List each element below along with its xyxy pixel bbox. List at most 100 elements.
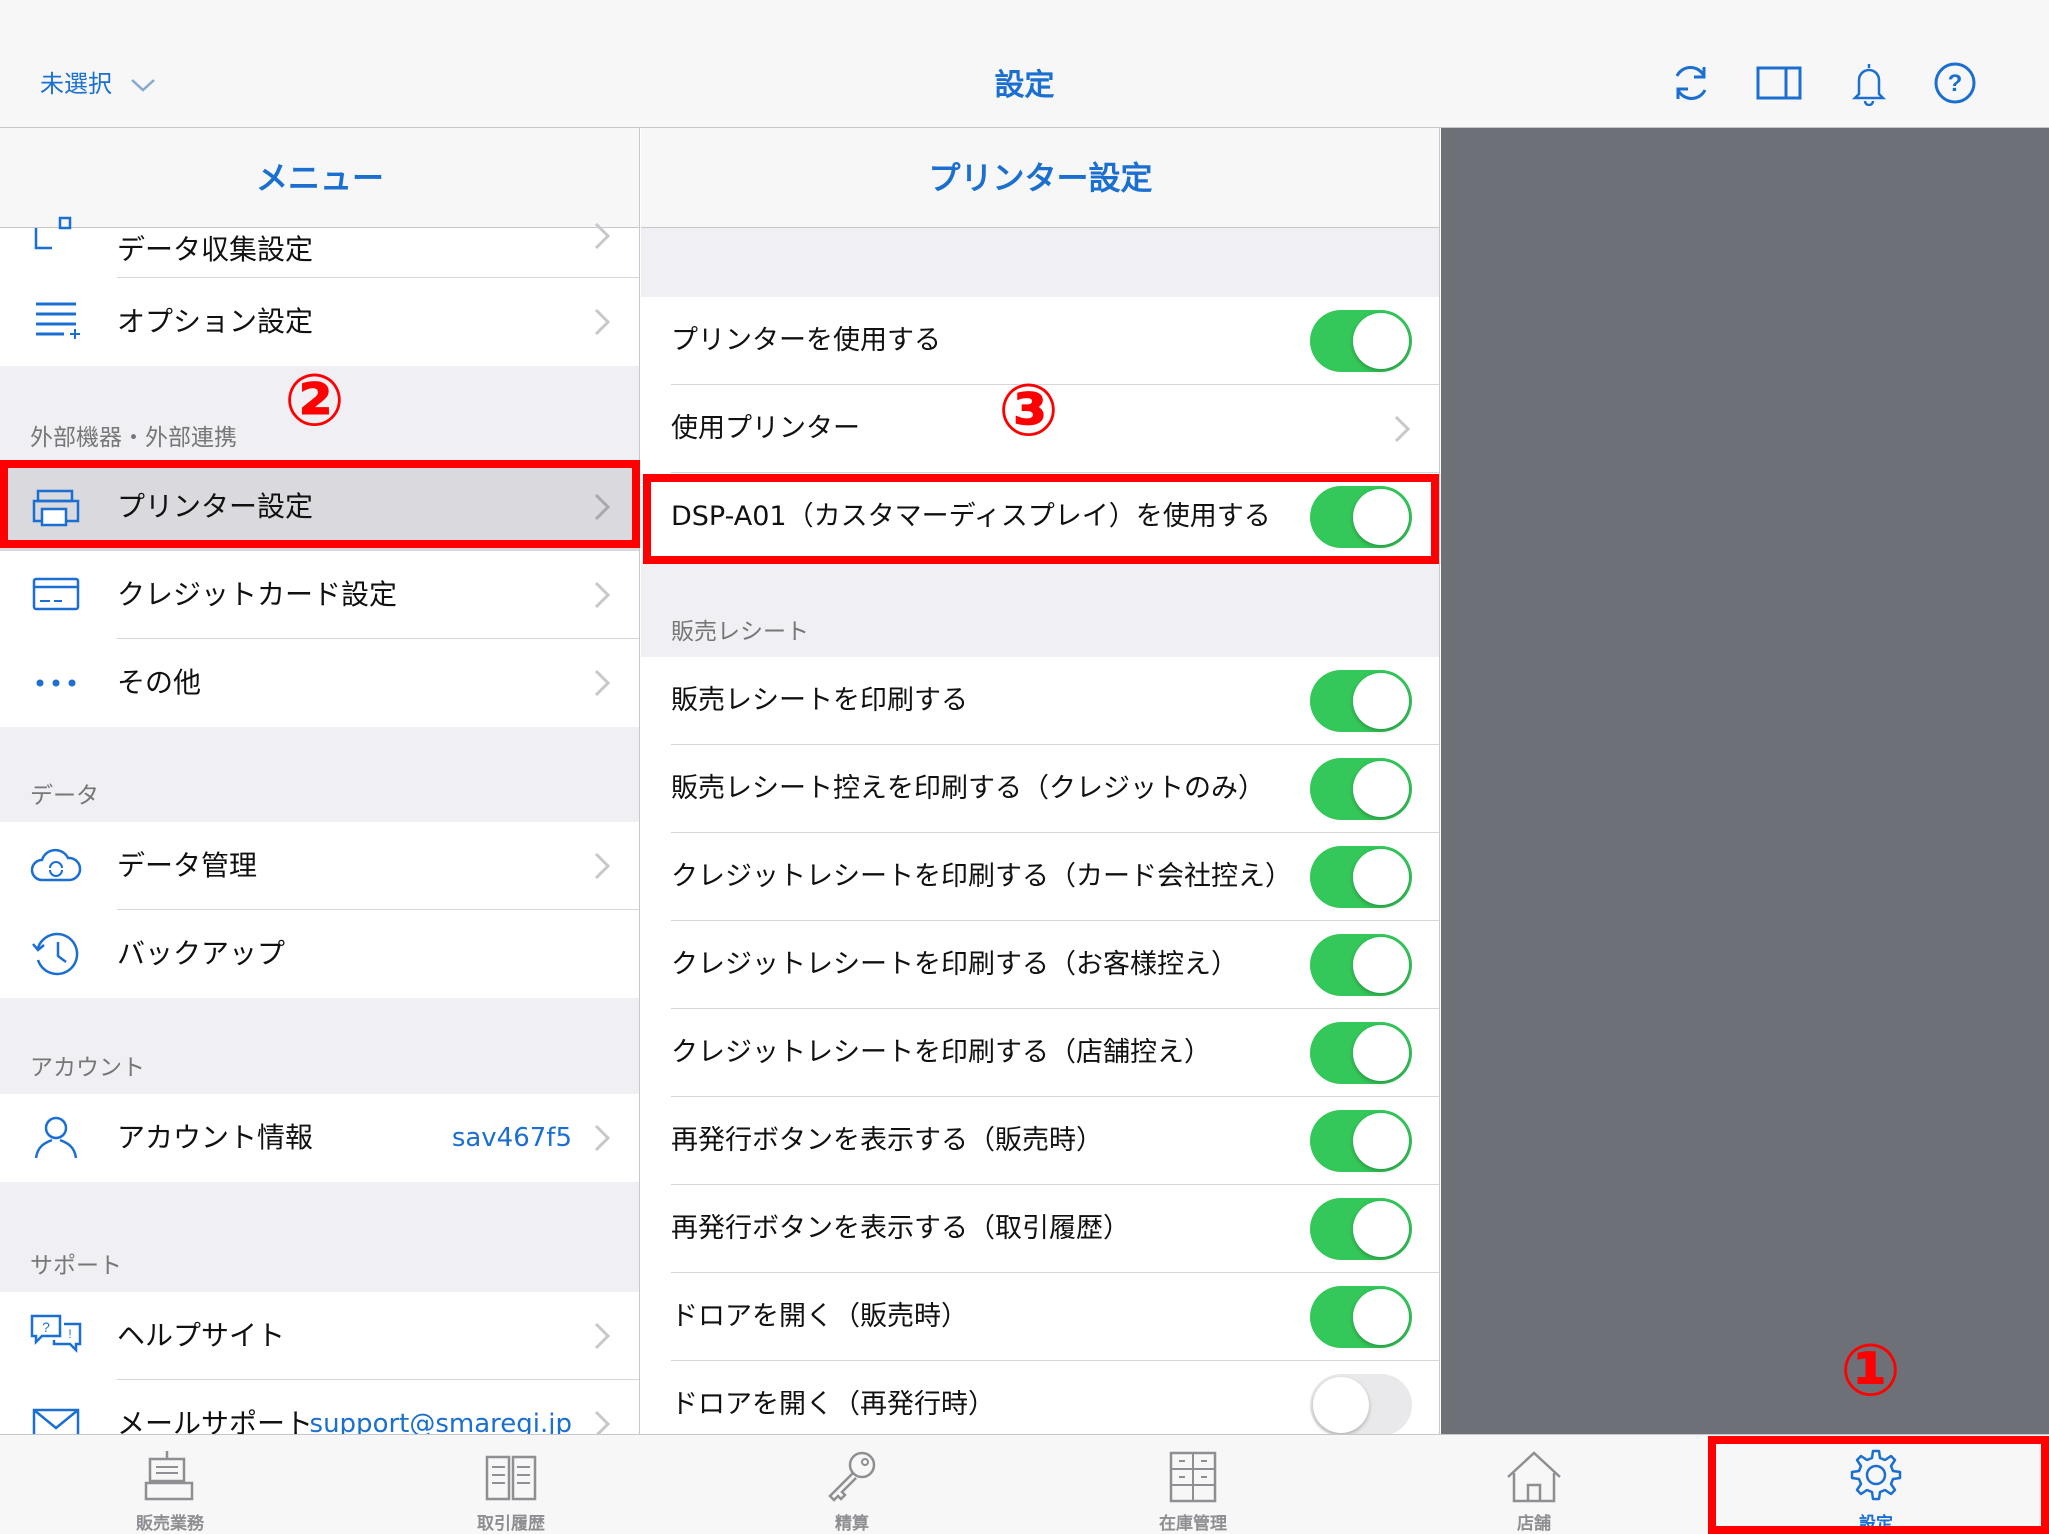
menu-item-data-collection[interactable]: データ収集設定 xyxy=(0,216,639,278)
history-clock-icon xyxy=(32,932,79,976)
detail-placeholder-area xyxy=(1441,128,2049,1434)
setting-reissue-button-history: 再発行ボタンを表示する（取引履歴） xyxy=(641,1185,1439,1273)
chevron-right-icon xyxy=(594,1322,610,1350)
tab-label: 在庫管理 xyxy=(1159,1514,1227,1534)
section-header-external: 外部機器・外部連携 xyxy=(30,425,237,451)
menu-item-label: ヘルプサイト xyxy=(117,1319,286,1352)
menu-panel: メニュー データ収集設定 オプション設定 外部機器・外部連携 プリンター設定 ク… xyxy=(0,128,640,1434)
toggle-knob xyxy=(1353,937,1409,993)
toggle-knob xyxy=(1353,1201,1409,1257)
tab-settlement[interactable]: 精算 xyxy=(752,1435,952,1534)
data-collection-icon xyxy=(34,216,72,250)
use-printer-toggle[interactable] xyxy=(1310,310,1412,372)
top-navigation-bar: 未選択 設定 ? xyxy=(0,0,2049,128)
menu-item-credit-card[interactable]: クレジットカード設定 xyxy=(0,551,639,639)
support-email: support@smaregi.jp xyxy=(309,1409,572,1434)
menu-item-options[interactable]: オプション設定 xyxy=(0,278,639,366)
chevron-right-icon xyxy=(594,1124,610,1152)
menu-item-label: データ管理 xyxy=(117,849,258,882)
bell-icon[interactable] xyxy=(1846,60,1892,106)
menu-item-label: クレジットカード設定 xyxy=(117,578,398,611)
book-icon xyxy=(485,1455,537,1501)
setting-label: 再発行ボタンを表示する（販売時） xyxy=(671,1125,1103,1156)
printer-settings-header: プリンター設定 xyxy=(641,128,1439,228)
setting-toggle[interactable] xyxy=(1310,1374,1412,1434)
tab-label: 販売業務 xyxy=(136,1514,204,1534)
options-list-icon xyxy=(36,302,80,339)
annotation-two: ② xyxy=(284,358,345,442)
menu-item-backup[interactable]: バックアップ xyxy=(0,910,639,998)
setting-label: 販売レシートを印刷する xyxy=(671,685,968,716)
setting-open-drawer-sales: ドロアを開く（販売時） xyxy=(641,1273,1439,1361)
menu-item-label: その他 xyxy=(117,666,202,699)
setting-print-credit-card-company: クレジットレシートを印刷する（カード会社控え） xyxy=(641,833,1439,921)
tab-transaction-history[interactable]: 取引履歴 xyxy=(411,1435,611,1534)
setting-label: 販売レシート控えを印刷する（クレジットのみ） xyxy=(671,773,1265,804)
key-icon xyxy=(828,1451,876,1502)
tab-sales[interactable]: 販売業務 xyxy=(70,1435,270,1534)
menu-item-label: オプション設定 xyxy=(117,305,314,338)
account-id: sav467f5 xyxy=(451,1123,572,1153)
toggle-knob xyxy=(1313,1377,1369,1433)
section-header-support: サポート xyxy=(30,1253,122,1279)
chevron-right-icon xyxy=(1394,415,1410,443)
setting-label: クレジットレシートを印刷する（お客様控え） xyxy=(671,949,1238,980)
person-icon xyxy=(34,1116,78,1159)
toggle-knob xyxy=(1353,1289,1409,1345)
svg-text:!: ! xyxy=(68,1327,71,1341)
setting-open-drawer-reissue: ドロアを開く（再発行時） xyxy=(641,1361,1439,1434)
chevron-right-icon xyxy=(594,222,610,250)
menu-item-help-site[interactable]: ? ! ヘルプサイト xyxy=(0,1292,639,1380)
menu-item-mail-support[interactable]: メールサポート support@smaregi.jp xyxy=(0,1380,639,1434)
setting-toggle[interactable] xyxy=(1310,1110,1412,1172)
register-icon xyxy=(144,1451,194,1501)
help-icon[interactable]: ? xyxy=(1932,60,1978,106)
setting-toggle[interactable] xyxy=(1310,1286,1412,1348)
section-header-sales-receipt: 販売レシート xyxy=(671,619,809,645)
setting-label: プリンターを使用する xyxy=(671,325,941,356)
svg-text:?: ? xyxy=(42,1319,50,1335)
toggle-knob xyxy=(1353,761,1409,817)
setting-label: クレジットレシートを印刷する（カード会社控え） xyxy=(671,861,1292,892)
setting-label: ドロアを開く（再発行時） xyxy=(671,1389,995,1420)
setting-toggle[interactable] xyxy=(1310,1022,1412,1084)
toggle-knob xyxy=(1353,1113,1409,1169)
split-view-icon[interactable] xyxy=(1756,60,1802,106)
highlight-printer-settings xyxy=(0,460,640,548)
setting-reissue-button-sales: 再発行ボタンを表示する（販売時） xyxy=(641,1097,1439,1185)
setting-toggle[interactable] xyxy=(1310,758,1412,820)
setting-toggle[interactable] xyxy=(1310,846,1412,908)
setting-label: クレジットレシートを印刷する（店舗控え） xyxy=(671,1037,1211,1068)
annotation-three: ③ xyxy=(998,368,1059,452)
setting-label: ドロアを開く（販売時） xyxy=(671,1301,968,1332)
svg-text:?: ? xyxy=(1948,70,1963,97)
sync-icon[interactable] xyxy=(1668,60,1714,106)
tab-label: 取引履歴 xyxy=(477,1514,545,1534)
chevron-right-icon xyxy=(594,308,610,336)
mail-icon xyxy=(32,1408,80,1434)
menu-item-other[interactable]: その他 xyxy=(0,639,639,727)
tab-label: 店舗 xyxy=(1517,1514,1551,1534)
setting-toggle[interactable] xyxy=(1310,1198,1412,1260)
chevron-right-icon xyxy=(594,581,610,609)
setting-label: 使用プリンター xyxy=(671,413,860,444)
credit-card-icon xyxy=(32,577,80,611)
menu-item-label: アカウント情報 xyxy=(117,1121,314,1154)
section-header-account: アカウント xyxy=(30,1055,145,1081)
printer-settings-panel: プリンター設定 プリンターを使用する 使用プリンター DSP-A01（カスタマー… xyxy=(641,128,1440,1434)
page-title: 設定 xyxy=(994,68,1055,103)
highlight-customer-display xyxy=(643,474,1439,564)
tab-store[interactable]: 店舗 xyxy=(1434,1435,1634,1534)
toggle-knob xyxy=(1353,673,1409,729)
store-icon xyxy=(1507,1451,1561,1503)
menu-item-data-management[interactable]: データ管理 xyxy=(0,822,639,910)
setting-print-sales-receipt-copy: 販売レシート控えを印刷する（クレジットのみ） xyxy=(641,745,1439,833)
menu-header: メニュー xyxy=(0,128,639,228)
tab-label: 精算 xyxy=(835,1514,869,1534)
menu-item-account-info[interactable]: アカウント情報 sav467f5 xyxy=(0,1094,639,1182)
help-chat-icon: ? ! xyxy=(30,1314,82,1354)
section-header-data: データ xyxy=(30,783,99,809)
setting-toggle[interactable] xyxy=(1310,934,1412,996)
setting-toggle[interactable] xyxy=(1310,670,1412,732)
tab-inventory[interactable]: 在庫管理 xyxy=(1093,1435,1293,1534)
